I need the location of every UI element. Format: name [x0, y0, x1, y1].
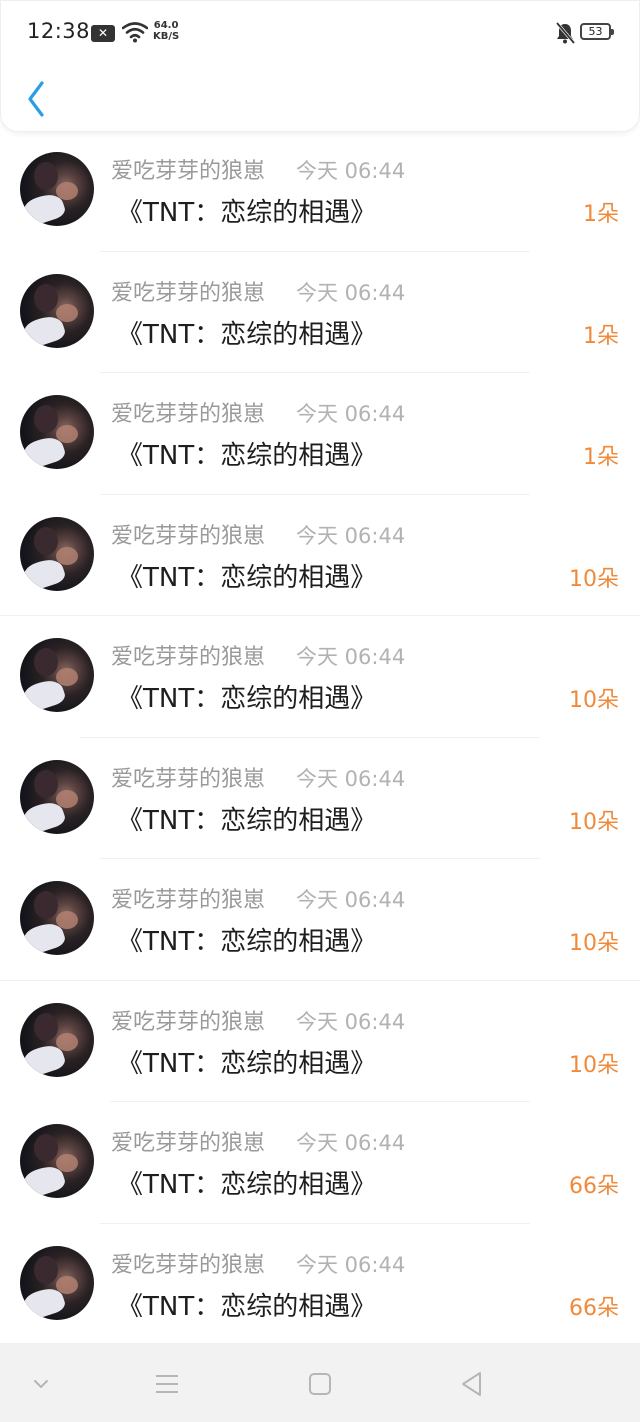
sender-name: 爱吃芽芽的狼崽 [111, 280, 266, 306]
status-bar: 12:38 ✕ 64.0 KB/S 53 [1, 1, 640, 65]
app-screen: 12:38 ✕ 64.0 KB/S 53 爱吃芽芽的狼崽 今天 06:44 《T… [0, 0, 640, 1422]
sender-name: 爱吃芽芽的狼崽 [111, 159, 266, 184]
gift-amount: 1朵 [583, 323, 619, 349]
list-item[interactable]: 爱吃芽芽的狼崽 今天 06:44 《TNT：恋综的相遇》 10朵 [0, 981, 640, 1102]
book-title: 《TNT：恋综的相遇》 [117, 927, 377, 957]
list-item[interactable]: 爱吃芽芽的狼崽 今天 06:44 《TNT：恋综的相遇》 10朵 [0, 616, 640, 738]
notification-close-icon: ✕ [91, 25, 115, 42]
book-title: 《TNT：恋综的相遇》 [117, 684, 377, 714]
gift-amount: 10朵 [569, 688, 619, 713]
sender-name: 爱吃芽芽的狼崽 [111, 1009, 266, 1035]
book-title: 《TNT：恋综的相遇》 [117, 562, 377, 593]
book-title: 《TNT：恋综的相遇》 [117, 805, 377, 836]
avatar[interactable] [20, 395, 94, 469]
message-time: 今天 06:44 [296, 645, 406, 669]
sender-name: 爱吃芽芽的狼崽 [111, 645, 266, 670]
battery-indicator: 53 [580, 23, 614, 40]
bell-off-icon [555, 21, 576, 45]
list-item[interactable]: 爱吃芽芽的狼崽 今天 06:44 《TNT：恋综的相遇》 10朵 [0, 495, 640, 616]
sender-name: 爱吃芽芽的狼崽 [111, 402, 266, 427]
menu-icon[interactable] [150, 1367, 184, 1401]
message-time: 今天 06:44 [296, 1131, 406, 1155]
list-item[interactable]: 爱吃芽芽的狼崽 今天 06:44 《TNT：恋综的相遇》 66朵 [0, 1102, 640, 1224]
header: 12:38 ✕ 64.0 KB/S 53 [0, 0, 640, 132]
book-title: 《TNT：恋综的相遇》 [117, 1291, 377, 1322]
square-icon[interactable] [303, 1367, 337, 1401]
list-item[interactable]: 爱吃芽芽的狼崽 今天 06:44 《TNT：恋综的相遇》 1朵 [0, 252, 640, 373]
book-title: 《TNT：恋综的相遇》 [117, 1048, 377, 1079]
message-time: 今天 06:44 [296, 1252, 406, 1277]
avatar[interactable] [20, 1245, 94, 1320]
system-nav-bar [0, 1343, 640, 1422]
sender-name: 爱吃芽芽的狼崽 [111, 888, 266, 913]
avatar[interactable] [20, 516, 94, 591]
list-item[interactable]: 爱吃芽芽的狼崽 今天 06:44 《TNT：恋综的相遇》 1朵 [0, 130, 640, 252]
sender-name: 爱吃芽芽的狼崽 [111, 1252, 266, 1278]
network-speed-value: 64.0 [153, 20, 179, 31]
gift-amount: 66朵 [569, 1174, 619, 1199]
message-time: 今天 06:44 [296, 523, 406, 548]
gift-amount: 1朵 [583, 202, 619, 227]
gift-amount: 10朵 [569, 1052, 619, 1078]
gift-amount: 10朵 [569, 931, 619, 956]
avatar[interactable] [20, 638, 94, 712]
network-speed-unit: KB/S [153, 31, 180, 42]
book-title: 《TNT：恋综的相遇》 [117, 441, 377, 471]
chevron-left-icon [28, 81, 44, 117]
book-title: 《TNT：恋综的相遇》 [117, 319, 377, 350]
network-speed: 64.0 KB/S [153, 20, 179, 42]
list-item[interactable]: 爱吃芽芽的狼崽 今天 06:44 《TNT：恋综的相遇》 10朵 [0, 738, 640, 859]
status-time: 12:38 [27, 19, 91, 43]
list-item[interactable]: 爱吃芽芽的狼崽 今天 06:44 《TNT：恋综的相遇》 10朵 [0, 859, 640, 981]
message-time: 今天 06:44 [296, 1009, 406, 1034]
gift-amount: 10朵 [569, 566, 619, 592]
sender-name: 爱吃芽芽的狼崽 [111, 766, 266, 792]
list-item[interactable]: 爱吃芽芽的狼崽 今天 06:44 《TNT：恋综的相遇》 66朵 [0, 1224, 640, 1346]
avatar[interactable] [20, 1002, 94, 1077]
book-title: 《TNT：恋综的相遇》 [117, 198, 377, 228]
message-time: 今天 06:44 [296, 888, 406, 912]
book-title: 《TNT：恋综的相遇》 [117, 1170, 377, 1200]
avatar[interactable] [20, 152, 94, 226]
gift-amount: 66朵 [569, 1295, 619, 1321]
message-time: 今天 06:44 [296, 159, 406, 183]
avatar[interactable] [20, 759, 94, 834]
list-item[interactable]: 爱吃芽芽的狼崽 今天 06:44 《TNT：恋综的相遇》 1朵 [0, 373, 640, 495]
back-button[interactable] [19, 77, 55, 121]
avatar[interactable] [20, 881, 94, 955]
avatar[interactable] [20, 1124, 94, 1198]
chevron-down-icon[interactable] [24, 1367, 58, 1401]
gift-amount: 1朵 [583, 445, 619, 470]
sender-name: 爱吃芽芽的狼崽 [111, 523, 266, 549]
message-time: 今天 06:44 [296, 402, 406, 426]
avatar[interactable] [20, 273, 94, 348]
sender-name: 爱吃芽芽的狼崽 [111, 1131, 266, 1156]
wifi-icon [122, 22, 148, 43]
gift-amount: 10朵 [569, 809, 619, 835]
message-time: 今天 06:44 [296, 280, 406, 305]
triangle-back-icon[interactable] [455, 1367, 489, 1401]
message-time: 今天 06:44 [296, 766, 406, 791]
